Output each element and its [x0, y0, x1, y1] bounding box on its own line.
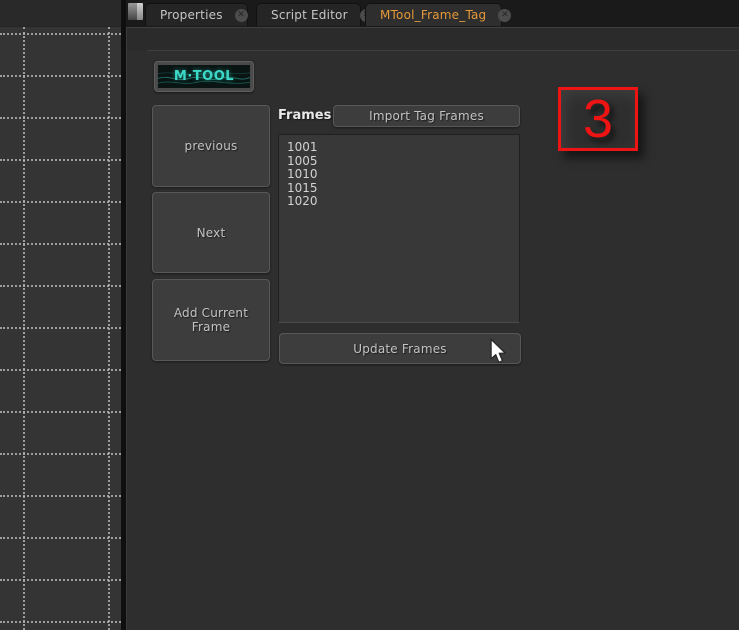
grid-line-h — [0, 579, 121, 581]
grid-line-h — [0, 117, 121, 119]
grid-line-h — [0, 537, 121, 539]
grid-line-h — [0, 621, 121, 623]
node-graph-top-strip — [0, 0, 121, 27]
frame-list-item[interactable]: 1001 — [287, 141, 519, 155]
frame-list-item[interactable]: 1020 — [287, 195, 519, 209]
grid-line-h — [0, 243, 121, 245]
tab-script-editor[interactable]: Script Editor ✕ — [256, 3, 361, 26]
close-icon[interactable]: ✕ — [498, 9, 511, 22]
screen: Properties ✕ Script Editor ✕ MTool_Frame… — [0, 0, 739, 630]
annotation-step-box: 3 — [558, 87, 638, 151]
pane-menu-icon[interactable] — [128, 3, 143, 20]
tab-bar: Properties ✕ Script Editor ✕ MTool_Frame… — [126, 0, 739, 27]
frames-label: Frames — [278, 108, 331, 123]
grid-line-h — [0, 285, 121, 287]
tab-label: MTool_Frame_Tag — [380, 8, 486, 22]
mtool-logo-image: M·TOOL — [158, 65, 250, 88]
tab-properties[interactable]: Properties ✕ — [145, 3, 248, 26]
frame-list-item[interactable]: 1005 — [287, 155, 519, 169]
grid-line-h — [0, 411, 121, 413]
import-tag-frames-button[interactable]: Import Tag Frames — [333, 105, 520, 127]
grid-line-h — [0, 369, 121, 371]
tab-label: Script Editor — [271, 8, 348, 22]
pane-menu-icon-right — [137, 3, 143, 20]
grid-line-h — [0, 201, 121, 203]
grid-line-v — [108, 27, 110, 630]
previous-button[interactable]: previous — [152, 105, 270, 187]
mtool-panel: M·TOOL previous Next Add Current Frame F… — [126, 27, 739, 630]
grid-line-h — [0, 453, 121, 455]
grid-line-h — [0, 75, 121, 77]
update-frames-button[interactable]: Update Frames — [279, 333, 521, 364]
add-current-frame-button[interactable]: Add Current Frame — [152, 279, 270, 361]
node-graph[interactable] — [0, 0, 121, 630]
logo-text: M·TOOL — [158, 68, 250, 83]
pane-menu-icon-left — [128, 3, 137, 20]
grid-line-h — [0, 495, 121, 497]
close-icon[interactable]: ✕ — [235, 9, 248, 22]
grid-line-v — [23, 27, 25, 630]
panel-header — [127, 28, 739, 51]
grid-line-h — [0, 159, 121, 161]
frame-list-item[interactable]: 1015 — [287, 182, 519, 196]
grid-line-h — [0, 33, 121, 35]
frame-list-item[interactable]: 1010 — [287, 168, 519, 182]
annotation-number: 3 — [583, 92, 613, 146]
mtool-logo: M·TOOL — [154, 61, 254, 92]
tab-mtool-frame-tag[interactable]: MTool_Frame_Tag ✕ — [365, 3, 502, 26]
frames-list[interactable]: 1001 1005 1010 1015 1020 — [278, 134, 520, 323]
tab-label: Properties — [160, 8, 223, 22]
grid-line-h — [0, 327, 121, 329]
next-button[interactable]: Next — [152, 192, 270, 273]
